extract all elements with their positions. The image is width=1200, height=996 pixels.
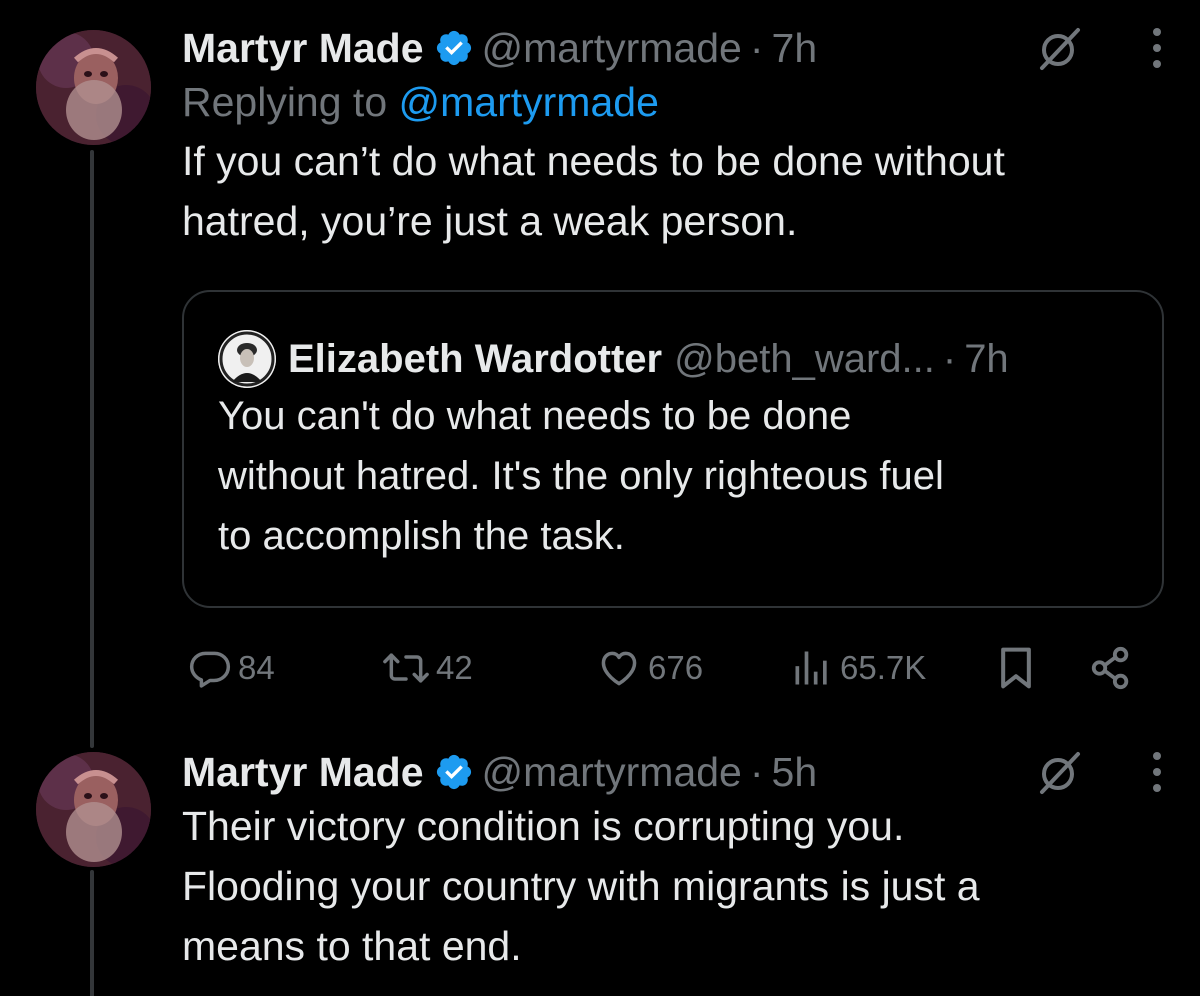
reply-button[interactable]: 84 <box>188 638 275 698</box>
tweet-text: If you can’t do what needs to be done wi… <box>182 131 1164 251</box>
avatar[interactable] <box>36 30 151 145</box>
timestamp[interactable]: 7h <box>772 24 818 72</box>
replying-to-prefix: Replying to <box>182 79 388 125</box>
author-handle[interactable]: @martyrmade <box>482 24 742 72</box>
quoted-text-line: to accomplish the task. <box>218 514 625 558</box>
separator-dot: · <box>749 25 764 71</box>
replying-to: Replying to @martyrmade <box>182 78 1164 126</box>
tweet-text-line: If you can’t do what needs to be done wi… <box>182 138 1005 184</box>
grok-icon[interactable] <box>1034 24 1082 72</box>
share-icon <box>1091 646 1129 690</box>
verified-badge-icon <box>436 30 471 66</box>
quoted-avatar[interactable] <box>218 330 276 388</box>
views-icon <box>795 651 827 685</box>
tweet-header: Martyr Made @martyrmade · 7h <box>182 24 1164 72</box>
like-button[interactable]: 676 <box>596 638 703 698</box>
thread-view: Martyr Made @martyrmade · 7h Replying to… <box>0 0 1200 996</box>
share-button[interactable] <box>1088 638 1134 698</box>
views-button[interactable]: 65.7K <box>790 638 926 698</box>
repost-button[interactable]: 42 <box>382 638 473 698</box>
tweet-text-line: Flooding your country with migrants is j… <box>182 863 980 909</box>
reply-icon <box>189 651 231 688</box>
tweet-header: Martyr Made @martyrmade · 5h <box>182 748 1164 796</box>
separator-dot: · <box>749 749 764 795</box>
verified-badge-icon <box>436 754 471 790</box>
tweet-text-line: means to that end. <box>182 923 522 969</box>
tweet-text-line: Their victory condition is corrupting yo… <box>182 803 905 849</box>
more-options-icon[interactable] <box>1150 750 1164 794</box>
quoted-tweet-header: Elizabeth Wardotter @beth_ward... · 7h <box>218 330 1009 388</box>
tweet[interactable]: Martyr Made @martyrmade · 5h Their victo… <box>182 748 1164 976</box>
quoted-author-name[interactable]: Elizabeth Wardotter <box>288 335 662 383</box>
replying-to-mention[interactable]: @martyrmade <box>399 79 659 125</box>
bookmark-button[interactable] <box>994 638 1038 698</box>
thread-connector-line-lower <box>90 870 94 996</box>
author-name[interactable]: Martyr Made <box>182 24 424 72</box>
heart-icon <box>601 651 637 686</box>
quoted-timestamp[interactable]: 7h <box>964 335 1009 383</box>
tweet-text-line: hatred, you’re just a weak person. <box>182 198 798 244</box>
grok-icon[interactable] <box>1034 748 1082 796</box>
tweet-action-bar: 84 42 676 65.7K <box>182 638 1142 698</box>
author-name[interactable]: Martyr Made <box>182 748 424 796</box>
avatar[interactable] <box>36 752 151 867</box>
reply-count: 84 <box>238 649 275 686</box>
bookmark-icon <box>1001 647 1031 689</box>
tweet[interactable]: Martyr Made @martyrmade · 7h Replying to… <box>182 24 1164 251</box>
author-handle[interactable]: @martyrmade <box>482 748 742 796</box>
more-options-icon[interactable] <box>1150 26 1164 70</box>
quoted-text-line: You can't do what needs to be done <box>218 394 852 438</box>
quoted-author-handle[interactable]: @beth_ward... <box>674 335 935 383</box>
like-count: 676 <box>648 649 704 686</box>
thread-connector-line <box>90 150 94 748</box>
repost-count: 42 <box>436 649 473 686</box>
separator-dot: · <box>942 337 957 381</box>
view-count: 65.7K <box>840 649 927 686</box>
quoted-text-line: without hatred. It's the only righteous … <box>218 454 944 498</box>
timestamp[interactable]: 5h <box>772 748 818 796</box>
tweet-text: Their victory condition is corrupting yo… <box>182 796 1164 976</box>
quoted-tweet-card[interactable]: Elizabeth Wardotter @beth_ward... · 7h Y… <box>182 290 1164 608</box>
quoted-tweet-text: You can't do what needs to be done witho… <box>218 386 944 566</box>
repost-icon <box>383 653 429 683</box>
